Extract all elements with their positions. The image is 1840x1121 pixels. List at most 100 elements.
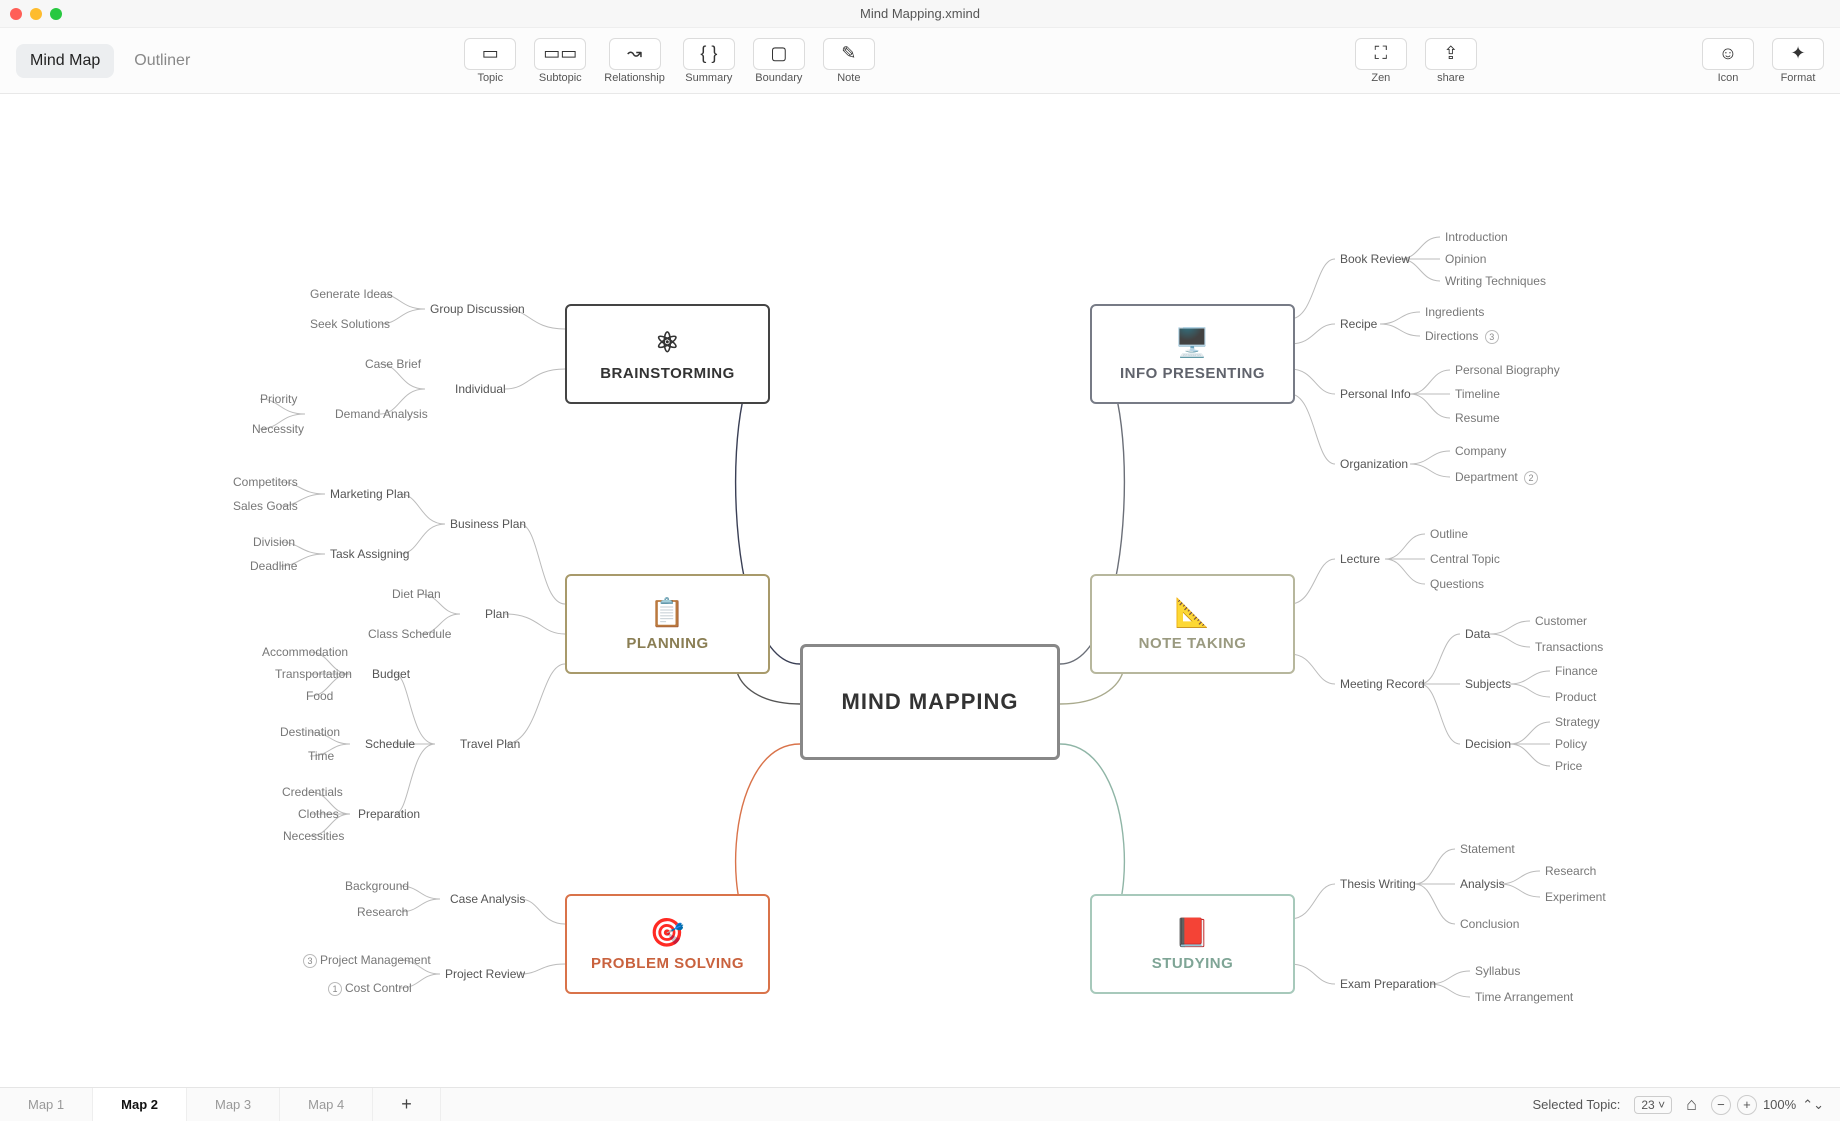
node-central-topic[interactable]: Central Topic	[1430, 552, 1500, 566]
zoom-stepper-icon[interactable]: ⌃⌄	[1802, 1097, 1824, 1113]
branch-note-taking[interactable]: 📐 NOTE TAKING	[1090, 574, 1295, 674]
node-product[interactable]: Product	[1555, 690, 1596, 704]
node-strategy[interactable]: Strategy	[1555, 715, 1600, 729]
add-sheet-button[interactable]: +	[373, 1088, 441, 1121]
node-policy[interactable]: Policy	[1555, 737, 1587, 751]
summary-button[interactable]: { }	[683, 38, 735, 70]
node-class-schedule[interactable]: Class Schedule	[368, 627, 451, 641]
minimize-window-button[interactable]	[30, 8, 42, 20]
node-preparation[interactable]: Preparation	[358, 807, 420, 821]
node-task-assigning[interactable]: Task Assigning	[330, 547, 409, 561]
node-personal-biography[interactable]: Personal Biography	[1455, 363, 1560, 377]
node-cost-control[interactable]: 1Cost Control	[325, 981, 412, 996]
maximize-window-button[interactable]	[50, 8, 62, 20]
node-business-plan[interactable]: Business Plan	[450, 517, 526, 531]
node-data[interactable]: Data	[1465, 627, 1490, 641]
node-deadline[interactable]: Deadline	[250, 559, 297, 573]
node-lecture[interactable]: Lecture	[1340, 552, 1380, 566]
node-questions[interactable]: Questions	[1430, 577, 1484, 591]
node-group-discussion[interactable]: Group Discussion	[430, 302, 525, 316]
node-case-analysis[interactable]: Case Analysis	[450, 892, 525, 906]
node-time[interactable]: Time	[308, 749, 334, 763]
node-thesis-writing[interactable]: Thesis Writing	[1340, 877, 1416, 891]
branch-problem-solving[interactable]: 🎯 PROBLEM SOLVING	[565, 894, 770, 994]
node-finance[interactable]: Finance	[1555, 664, 1598, 678]
subtopic-button[interactable]: ▭▭	[534, 38, 586, 70]
selected-topic-count[interactable]: 23 ˅	[1634, 1096, 1672, 1114]
sheet-tab-map2[interactable]: Map 2	[93, 1088, 187, 1121]
node-subjects[interactable]: Subjects	[1465, 677, 1511, 691]
node-personal-info[interactable]: Personal Info	[1340, 387, 1411, 401]
sheet-tab-map1[interactable]: Map 1	[0, 1088, 93, 1121]
node-ingredients[interactable]: Ingredients	[1425, 305, 1484, 319]
node-research[interactable]: Research	[357, 905, 408, 919]
node-seek-solutions[interactable]: Seek Solutions	[310, 317, 390, 331]
node-food[interactable]: Food	[306, 689, 333, 703]
zoom-in-button[interactable]: +	[1737, 1095, 1757, 1115]
node-research-2[interactable]: Research	[1545, 864, 1596, 878]
node-transactions[interactable]: Transactions	[1535, 640, 1603, 654]
node-conclusion[interactable]: Conclusion	[1460, 917, 1519, 931]
node-company[interactable]: Company	[1455, 444, 1506, 458]
mindmap-canvas[interactable]: MIND MAPPING ⚛ BRAINSTORMING 📋 PLANNING …	[0, 94, 1840, 1087]
map-overview-icon[interactable]: ⌂	[1686, 1094, 1697, 1115]
node-sales-goals[interactable]: Sales Goals	[233, 499, 298, 513]
node-opinion[interactable]: Opinion	[1445, 252, 1486, 266]
node-book-review[interactable]: Book Review	[1340, 252, 1410, 266]
format-button[interactable]: ✦	[1772, 38, 1824, 70]
zen-button[interactable]: ⛶	[1355, 38, 1407, 70]
node-case-brief[interactable]: Case Brief	[365, 357, 421, 371]
close-window-button[interactable]	[10, 8, 22, 20]
node-credentials[interactable]: Credentials	[282, 785, 343, 799]
node-introduction[interactable]: Introduction	[1445, 230, 1508, 244]
relationship-button[interactable]: ↝	[609, 38, 661, 70]
branch-info-presenting[interactable]: 🖥️ INFO PRESENTING	[1090, 304, 1295, 404]
node-priority[interactable]: Priority	[260, 392, 297, 406]
tab-mind-map[interactable]: Mind Map	[16, 44, 114, 78]
node-necessities[interactable]: Necessities	[283, 829, 344, 843]
node-time-arrangement[interactable]: Time Arrangement	[1475, 990, 1573, 1004]
node-directions[interactable]: Directions 3	[1425, 329, 1502, 344]
node-department[interactable]: Department 2	[1455, 470, 1541, 485]
node-meeting-record[interactable]: Meeting Record	[1340, 677, 1425, 691]
share-button[interactable]: ⇪	[1425, 38, 1477, 70]
sheet-tab-map3[interactable]: Map 3	[187, 1088, 280, 1121]
node-background[interactable]: Background	[345, 879, 409, 893]
node-recipe[interactable]: Recipe	[1340, 317, 1377, 331]
node-necessity[interactable]: Necessity	[252, 422, 304, 436]
branch-planning[interactable]: 📋 PLANNING	[565, 574, 770, 674]
central-topic[interactable]: MIND MAPPING	[800, 644, 1060, 760]
icon-button[interactable]: ☺	[1702, 38, 1754, 70]
note-button[interactable]: ✎	[823, 38, 875, 70]
node-experiment[interactable]: Experiment	[1545, 890, 1606, 904]
node-division[interactable]: Division	[253, 535, 295, 549]
branch-studying[interactable]: 📕 STUDYING	[1090, 894, 1295, 994]
node-accommodation[interactable]: Accommodation	[262, 645, 348, 659]
zoom-level[interactable]: 100%	[1763, 1097, 1796, 1112]
node-transportation[interactable]: Transportation	[275, 667, 352, 681]
node-outline[interactable]: Outline	[1430, 527, 1468, 541]
node-plan[interactable]: Plan	[485, 607, 509, 621]
node-timeline[interactable]: Timeline	[1455, 387, 1500, 401]
sheet-tab-map4[interactable]: Map 4	[280, 1088, 373, 1121]
tab-outliner[interactable]: Outliner	[120, 44, 204, 78]
node-price[interactable]: Price	[1555, 759, 1582, 773]
node-travel-plan[interactable]: Travel Plan	[460, 737, 520, 751]
node-writing-techniques[interactable]: Writing Techniques	[1445, 274, 1546, 288]
node-project-review[interactable]: Project Review	[445, 967, 525, 981]
branch-brainstorming[interactable]: ⚛ BRAINSTORMING	[565, 304, 770, 404]
node-budget[interactable]: Budget	[372, 667, 410, 681]
node-project-management[interactable]: 3Project Management	[300, 953, 431, 968]
node-diet-plan[interactable]: Diet Plan	[392, 587, 441, 601]
node-schedule[interactable]: Schedule	[365, 737, 415, 751]
node-syllabus[interactable]: Syllabus	[1475, 964, 1520, 978]
node-marketing-plan[interactable]: Marketing Plan	[330, 487, 410, 501]
node-analysis[interactable]: Analysis	[1460, 877, 1505, 891]
node-statement[interactable]: Statement	[1460, 842, 1515, 856]
node-competitors[interactable]: Competitors	[233, 475, 298, 489]
topic-button[interactable]: ▭	[464, 38, 516, 70]
node-clothes[interactable]: Clothes	[298, 807, 339, 821]
node-resume[interactable]: Resume	[1455, 411, 1500, 425]
node-organization[interactable]: Organization	[1340, 457, 1408, 471]
zoom-out-button[interactable]: −	[1711, 1095, 1731, 1115]
